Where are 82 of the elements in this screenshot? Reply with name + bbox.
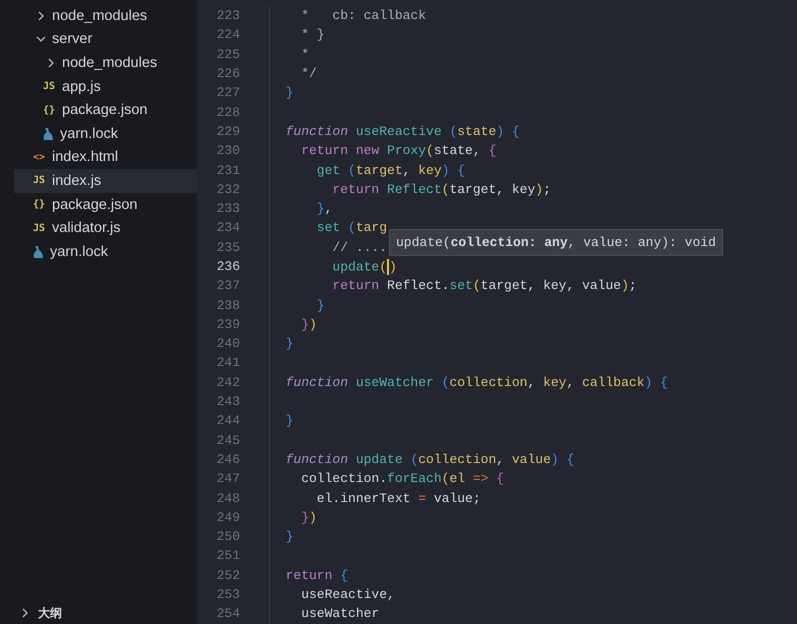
line-number: 244 [216,413,240,428]
folder-item[interactable]: server [14,28,197,52]
js-file-icon: JS [42,81,56,92]
line-number: 239 [216,316,240,332]
file-item[interactable]: {} package.json [14,192,197,216]
line-number: 230 [216,143,240,158]
code-line: }) [300,316,317,332]
code-line: return { [284,568,348,583]
angle-brackets-icon: <> [32,152,46,163]
code-line: } [284,529,294,544]
code-line: return Reflect(target, key); [331,182,551,197]
line-number: 240 [216,336,240,352]
signature-tooltip: update(collection: any, value: any): void [389,229,723,256]
js-file-icon: JS [32,175,46,186]
code-line: } [316,298,325,313]
line-number: 242 [216,374,240,390]
file-item[interactable]: yarn.lock [14,122,197,146]
code-line: el.innerText = value; [316,490,481,506]
code-line: useWatcher [300,606,380,622]
code-line: return new Proxy(state, { [300,143,496,158]
code-line: * cb: callback [300,8,426,24]
code-line: function useReactive (state) { [284,124,520,139]
line-number: 241 [216,355,240,370]
line-number: 250 [216,529,240,544]
code-line: * } [300,27,325,42]
code-line: function useWatcher (collection, key, callback) { [284,374,668,390]
line-number: 227 [216,85,240,100]
line-number: 237 [216,278,240,294]
code-line: collection.forEach(el => { [300,471,504,486]
js-file-icon: JS [32,222,46,234]
code-line: update() [331,258,397,274]
line-number: 233 [216,201,240,216]
code-line: */ [300,66,317,82]
chevron-right-icon [46,58,56,68]
code-line: get (target, key) { [316,162,466,178]
code-line: } [284,85,294,100]
line-number: 249 [216,510,240,525]
chevron-down-icon [36,34,46,44]
file-item[interactable]: JS app.js [14,74,197,98]
line-number: 225 [216,46,240,62]
line-number: 236 [216,259,240,274]
code-line: }, [316,201,332,216]
code-line: } [284,336,294,352]
line-number: 243 [216,394,240,410]
line-number: 234 [216,220,240,236]
braces-icon: {} [42,104,56,116]
outline-section-header[interactable]: 大纲 [0,602,197,624]
line-number: 223 [216,8,240,24]
line-number: 231 [216,162,240,178]
line-number: 245 [216,432,240,448]
file-item[interactable]: JS index.js [14,169,197,193]
file-item[interactable]: {} package.json [14,98,197,122]
file-item[interactable]: <> index.html [14,146,197,170]
line-number: 229 [216,124,240,139]
line-number: 224 [216,27,240,42]
line-number: 235 [216,240,240,255]
line-number: 228 [216,104,240,120]
line-number: 252 [216,568,240,583]
chevron-right-icon [20,608,30,618]
line-number: 247 [216,471,240,486]
code-line: set (targ [316,220,388,236]
code-line: // .... [331,240,388,255]
line-number: 253 [216,587,240,602]
file-item[interactable]: yarn.lock [14,240,197,264]
code-line: return Reflect.set(target, key, value); [331,278,637,294]
folder-item[interactable]: node_modules [14,51,197,75]
line-number: 246 [216,452,240,467]
braces-icon: {} [32,199,46,210]
line-number: 251 [216,548,240,564]
line-number: 248 [216,490,240,506]
code-line: function update (collection, value) { [284,452,574,467]
code-line: }) [300,510,317,525]
line-number: 226 [216,66,240,82]
code-line: } [284,413,294,428]
chevron-right-icon [36,10,46,21]
code-line: * [300,46,310,62]
folder-item[interactable]: node_modules [14,4,197,28]
line-number: 238 [216,298,240,313]
line-number: 254 [216,606,240,622]
line-number: 232 [216,182,240,197]
code-line: useReactive, [300,587,395,602]
file-item[interactable]: JS validator.js [14,216,197,240]
